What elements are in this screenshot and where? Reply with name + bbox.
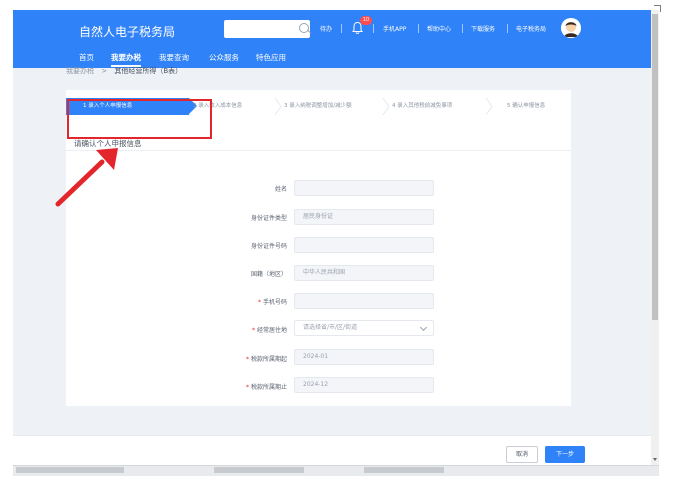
- period-end-field: 2024-12: [294, 377, 434, 393]
- help-center-link[interactable]: 帮助中心: [427, 24, 451, 33]
- nav-public-service[interactable]: 公众服务: [209, 52, 239, 63]
- window-corner-icon: [654, 5, 661, 12]
- breadcrumb: 我要办税 > 其他经营所得（B表）: [66, 66, 182, 76]
- search-icon[interactable]: [299, 23, 309, 33]
- divider: [341, 24, 342, 33]
- divider: [373, 24, 374, 33]
- required-mark: *: [257, 299, 261, 306]
- divider: [418, 24, 419, 33]
- search-input[interactable]: [224, 20, 310, 38]
- nationality-field: 中华人民共和国: [294, 265, 434, 281]
- annotation-highlight-box: [67, 99, 212, 139]
- step-3[interactable]: 3 录入纳税调整增加/减少额: [284, 98, 352, 115]
- field-label-period-start: * 税款所属期起: [245, 356, 287, 363]
- site-title[interactable]: 自然人电子税务局: [79, 23, 175, 40]
- id-type-field: 居民身份证: [294, 209, 434, 225]
- todo-link[interactable]: 待办: [320, 24, 332, 33]
- step-5[interactable]: 5 确认申报信息: [507, 98, 545, 115]
- divider: [507, 24, 508, 33]
- taskbar-item[interactable]: [364, 467, 444, 473]
- residence-select[interactable]: 请选择省/市/区/街道: [294, 320, 434, 336]
- name-field: [294, 180, 434, 196]
- divider: [462, 24, 463, 33]
- taskbar-item[interactable]: [16, 467, 124, 473]
- annotation-arrow-icon: [55, 148, 118, 207]
- period-start-field: 2024-01: [294, 349, 434, 365]
- notification-badge: 10: [360, 16, 372, 25]
- nav-query[interactable]: 我要查询: [159, 52, 189, 63]
- breadcrumb-current: 其他经营所得（B表）: [114, 67, 183, 75]
- field-label-id-number: 身份证件号码: [250, 243, 287, 250]
- field-label-nationality: 国籍（地区）: [250, 271, 287, 278]
- e-tax-bureau-link[interactable]: 电子税务局: [516, 24, 546, 33]
- id-number-field: [294, 237, 434, 253]
- nav-home[interactable]: 首页: [79, 52, 94, 63]
- required-mark: *: [245, 384, 249, 391]
- nav-tax-handling[interactable]: 我要办税: [111, 52, 141, 63]
- nav-featured-apps[interactable]: 特色应用: [256, 52, 286, 63]
- scroll-down-arrow-icon[interactable]: [653, 458, 657, 461]
- breadcrumb-parent[interactable]: 我要办税: [66, 67, 94, 75]
- top-header: 自然人电子税务局 待办 10 手机APP 帮助中心 下载服务 电子税务局 首页 …: [13, 10, 651, 68]
- scrollbar-thumb[interactable]: [652, 14, 658, 320]
- chevron-down-icon: [419, 323, 428, 332]
- avatar[interactable]: [561, 18, 581, 38]
- next-step-button[interactable]: 下一步: [545, 446, 585, 463]
- step-chevron-icon: [382, 98, 390, 115]
- download-service-link[interactable]: 下载服务: [471, 24, 495, 33]
- required-mark: *: [251, 327, 255, 334]
- breadcrumb-separator: >: [101, 67, 108, 75]
- field-label-name: 姓名: [274, 186, 287, 193]
- field-label-phone: * 手机号码: [257, 299, 287, 306]
- field-label-id-type: 身份证件类型: [250, 215, 287, 222]
- taskbar-item[interactable]: [214, 467, 304, 473]
- required-mark: *: [245, 356, 249, 363]
- step-chevron-icon: [485, 98, 493, 115]
- step-4[interactable]: 4 录入其他税前减免事项: [392, 98, 452, 115]
- mobile-app-link[interactable]: 手机APP: [383, 24, 406, 33]
- cancel-button[interactable]: 取消: [506, 446, 538, 463]
- user-avatar-icon: [561, 18, 581, 38]
- field-label-residence: * 经常居住地: [251, 327, 287, 334]
- phone-field[interactable]: [294, 293, 434, 309]
- section-divider: [66, 150, 571, 151]
- field-label-period-end: * 税款所属期止: [245, 384, 287, 391]
- step-chevron-icon: [274, 98, 282, 115]
